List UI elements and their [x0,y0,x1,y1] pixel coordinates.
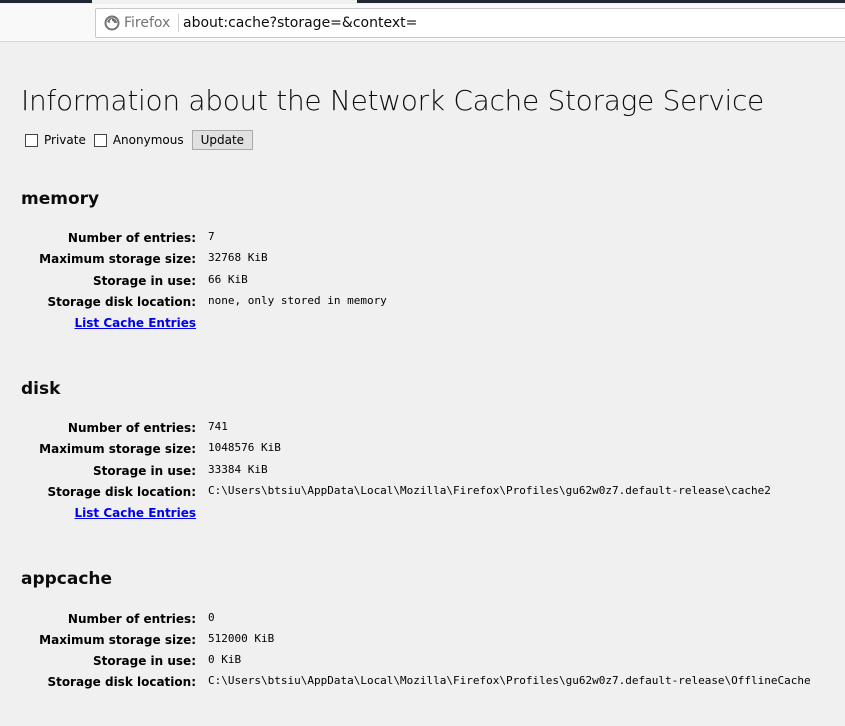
in-use-value: 33384 KiB [208,463,268,476]
page-content: Information about the Network Cache Stor… [0,43,845,726]
list-cache-entries-link[interactable]: List Cache Entries [75,506,196,520]
entries-label: Number of entries: [67,231,196,245]
url-text[interactable]: about:cache?storage=&context= [183,15,417,31]
entries-row: Number of entries: 7 [21,230,821,251]
entries-value: 741 [208,420,228,433]
entries-label: Number of entries: [67,421,196,435]
tab-strip-edge [582,0,845,3]
max-size-value: 1048576 KiB [208,441,281,454]
max-size-row: Maximum storage size: 32768 KiB [21,251,821,272]
entries-row: Number of entries: 741 [21,420,821,441]
firefox-logo-icon [104,15,120,31]
max-size-value: 32768 KiB [208,251,268,264]
entries-row: Number of entries: 0 [21,611,821,632]
section-heading: memory [21,189,100,209]
anonymous-checkbox[interactable] [93,133,107,147]
in-use-value: 0 KiB [208,653,242,666]
update-button[interactable]: Update [191,130,254,150]
location-value: none, only stored in memory [208,294,387,307]
location-value: C:\Users\btsiu\AppData\Local\Mozilla\Fir… [208,484,771,497]
section-heading: appcache [21,569,113,589]
identity-label: Firefox [124,15,171,31]
list-cache-entries-link[interactable]: List Cache Entries [75,316,196,330]
max-size-label: Maximum storage size: [39,442,196,456]
entries-value: 7 [208,230,215,243]
anonymous-label: Anonymous [112,133,184,147]
page-title: Information about the Network Cache Stor… [21,84,764,117]
section-disk: disk Number of entries: 741 Maximum stor… [21,379,841,520]
section-appcache: appcache Number of entries: 0 Maximum st… [21,569,841,689]
tab-strip-edge [0,0,92,3]
max-size-label: Maximum storage size: [39,252,196,266]
location-row: Storage disk location: C:\Users\btsiu\Ap… [21,484,821,505]
in-use-row: Storage in use: 66 KiB [21,273,821,294]
url-bar[interactable]: Firefox about:cache?storage=&context= [95,8,845,38]
location-row: Storage disk location: C:\Users\btsiu\Ap… [21,674,821,695]
location-label: Storage disk location: [47,485,196,499]
location-label: Storage disk location: [47,675,196,689]
options-bar: Private Anonymous Update [21,128,254,152]
section-memory: memory Number of entries: 7 Maximum stor… [21,189,841,330]
max-size-row: Maximum storage size: 1048576 KiB [21,441,821,462]
in-use-row: Storage in use: 33384 KiB [21,463,821,484]
entries-value: 0 [208,611,215,624]
section-heading: disk [21,379,61,399]
tab-strip-gap [92,0,357,3]
tab-strip-edge [357,0,582,3]
list-link-row: List Cache Entries [21,506,821,526]
location-label: Storage disk location: [47,295,196,309]
private-label: Private [44,133,86,147]
entries-label: Number of entries: [67,612,196,626]
in-use-label: Storage in use: [92,464,196,478]
private-checkbox[interactable] [25,133,38,147]
identity-box[interactable]: Firefox [104,14,180,32]
location-row: Storage disk location: none, only stored… [21,294,821,315]
in-use-label: Storage in use: [92,654,196,668]
in-use-label: Storage in use: [92,274,196,288]
in-use-row: Storage in use: 0 KiB [21,653,821,674]
max-size-row: Maximum storage size: 512000 KiB [21,632,821,653]
max-size-value: 512000 KiB [208,632,275,645]
in-use-value: 66 KiB [208,273,248,286]
location-value: C:\Users\btsiu\AppData\Local\Mozilla\Fir… [208,674,811,687]
max-size-label: Maximum storage size: [39,633,196,647]
list-link-row: List Cache Entries [21,316,821,336]
navigation-toolbar: Firefox about:cache?storage=&context= [0,4,845,42]
